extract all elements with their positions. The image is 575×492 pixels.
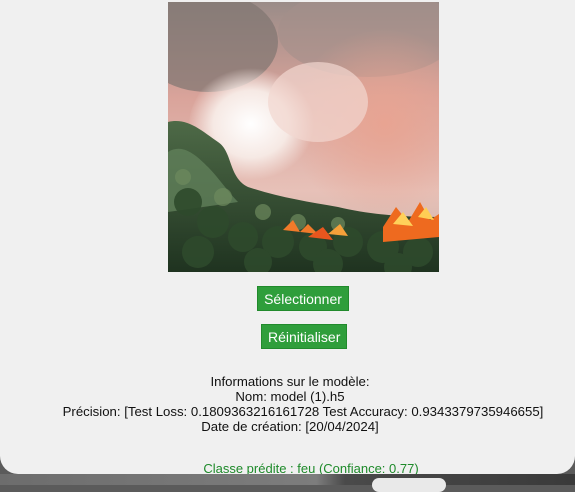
wildfire-photo [168, 2, 439, 272]
uploaded-image-wildfire [168, 2, 439, 272]
window-bottom-strip [0, 474, 575, 485]
model-info-heading: Informations sur le modèle: [210, 374, 370, 389]
app-panel: Sélectionner Réinitialiser Informations … [0, 0, 575, 476]
model-precision: Précision: [Test Loss: 0.180936321616172… [62, 404, 544, 419]
reset-button[interactable]: Réinitialiser [261, 324, 347, 349]
model-name: Nom: model (1).h5 [235, 389, 345, 404]
taskbar-element [372, 478, 446, 492]
select-image-button[interactable]: Sélectionner [257, 286, 349, 311]
model-creation-date: Date de création: [20/04/2024] [201, 419, 379, 434]
model-info: Informations sur le modèle: Nom: model (… [0, 374, 575, 434]
